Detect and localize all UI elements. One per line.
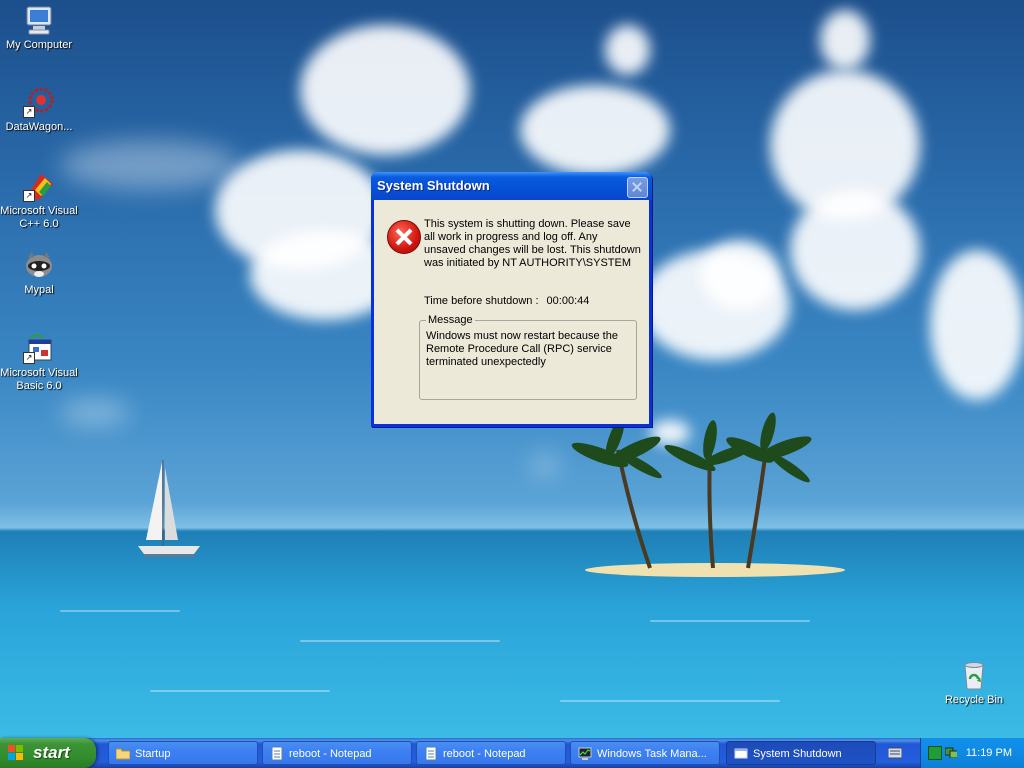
desktop-icon-label: DataWagon... xyxy=(5,121,73,133)
sea-glint xyxy=(560,700,780,702)
taskbar-button-startup[interactable]: Startup xyxy=(108,741,258,765)
shortcut-arrow-icon: ↗ xyxy=(23,106,35,118)
haze xyxy=(60,400,130,425)
system-tray: 11:19 PM xyxy=(920,738,1024,768)
cloud xyxy=(605,25,650,75)
shortcut-arrow-icon: ↗ xyxy=(23,352,35,364)
message-group-text: Windows must now restart because the Rem… xyxy=(426,330,618,368)
my-computer-icon xyxy=(23,4,55,36)
countdown-label: Time before shutdown : xyxy=(424,295,539,307)
desktop[interactable]: My Computer ↗ DataWagon... ↗ Microsoft V… xyxy=(0,0,1024,738)
desktop-icon-visual-cpp[interactable]: ↗ Microsoft Visual C++ 6.0 xyxy=(0,170,79,231)
taskbar-button-label: Startup xyxy=(135,748,171,760)
error-icon xyxy=(387,220,421,254)
keyboard-icon[interactable] xyxy=(888,747,902,759)
cloud xyxy=(790,190,920,310)
dialog-title-bar[interactable]: System Shutdown xyxy=(371,172,652,200)
haze xyxy=(530,455,560,475)
desktop-icon-mypal[interactable]: Mypal xyxy=(0,249,79,297)
desktop-icon-visual-basic[interactable]: ↗ Microsoft Visual Basic 6.0 xyxy=(0,332,79,393)
taskbar-button-label: Windows Task Mana... xyxy=(597,748,707,760)
visual-basic-icon: ↗ xyxy=(23,332,55,364)
dialog-title: System Shutdown xyxy=(377,178,490,193)
shutdown-message: This system is shutting down. Please sav… xyxy=(424,218,641,269)
haze xyxy=(60,140,240,190)
desktop-icon-my-computer[interactable]: My Computer xyxy=(0,4,79,52)
close-button[interactable] xyxy=(627,177,648,198)
taskbar-button-label: System Shutdown xyxy=(753,748,842,760)
countdown-value: 00:00:44 xyxy=(546,295,590,307)
status-square-icon[interactable] xyxy=(928,746,942,760)
system-shutdown-dialog[interactable]: System Shutdown This system is shutting … xyxy=(371,172,652,427)
shortcut-arrow-icon: ↗ xyxy=(23,190,35,202)
sea-glint xyxy=(650,620,810,622)
cloud xyxy=(520,85,670,175)
sea-glint xyxy=(60,610,180,612)
sea-glint xyxy=(150,690,330,692)
desktop-icon-label: Microsoft Visual Basic 6.0 xyxy=(0,367,78,392)
notepad-icon xyxy=(271,746,283,761)
datawagon-icon: ↗ xyxy=(23,86,55,118)
taskbar-clock[interactable]: 11:19 PM xyxy=(966,738,1012,768)
taskbar-button-label: reboot - Notepad xyxy=(443,748,526,760)
palm-island xyxy=(571,412,845,577)
start-button[interactable]: start xyxy=(0,738,96,768)
desktop-icon-label: Recycle Bin xyxy=(944,694,1004,706)
desktop-icon-recycle-bin[interactable]: Recycle Bin xyxy=(934,659,1014,707)
countdown-row: Time before shutdown : 00:00:44 xyxy=(424,295,589,307)
taskbar-button-label: reboot - Notepad xyxy=(289,748,372,760)
window-icon xyxy=(734,748,748,759)
taskbar-button-system-shutdown[interactable]: System Shutdown xyxy=(726,741,876,765)
task-manager-icon xyxy=(578,747,592,760)
folder-icon xyxy=(116,748,130,760)
visual-cpp-icon: ↗ xyxy=(23,170,55,202)
sailboat xyxy=(138,460,200,557)
notepad-icon xyxy=(425,746,437,761)
recycle-bin-icon xyxy=(958,659,990,691)
taskbar-button-task-manager[interactable]: Windows Task Mana... xyxy=(570,741,720,765)
sea-glint xyxy=(300,640,500,642)
taskbar-button-notepad-2[interactable]: reboot - Notepad xyxy=(416,741,566,765)
cloud xyxy=(930,250,1024,400)
cloud xyxy=(700,240,780,310)
start-label: start xyxy=(33,743,70,762)
windows-flag-icon xyxy=(8,745,24,761)
desktop-icon-label: My Computer xyxy=(5,39,73,51)
message-group-label: Message xyxy=(428,314,473,326)
message-group: Message Windows must now restart because… xyxy=(419,314,637,400)
taskbar: start Startup reboot - Notepad reboot - … xyxy=(0,738,1024,768)
network-status-icon[interactable] xyxy=(945,746,957,758)
cloud xyxy=(820,10,870,70)
taskbar-button-notepad-1[interactable]: reboot - Notepad xyxy=(262,741,412,765)
cloud xyxy=(300,25,470,155)
mypal-raccoon-icon xyxy=(23,249,55,281)
desktop-icon-label: Mypal xyxy=(24,284,54,296)
desktop-icon-datawagon[interactable]: ↗ DataWagon... xyxy=(0,86,79,134)
dialog-body: This system is shutting down. Please sav… xyxy=(374,200,649,424)
desktop-icon-label: Microsoft Visual C++ 6.0 xyxy=(0,205,78,230)
